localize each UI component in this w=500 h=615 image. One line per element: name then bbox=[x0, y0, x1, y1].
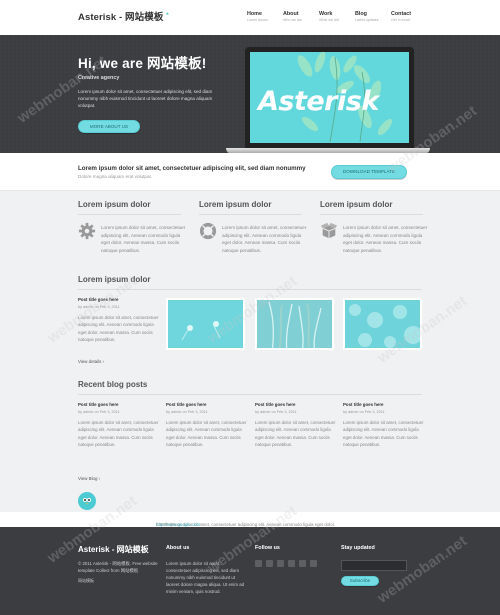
footer-copyright-link[interactable]: 网站模板 bbox=[78, 578, 94, 584]
site-footer bbox=[0, 527, 500, 615]
laptop-image: Asterisk bbox=[245, 47, 414, 148]
site-logo[interactable]: Asterisk - 网站模板 * bbox=[78, 12, 169, 25]
blog-post-meta: by admin on Feb 3, 2011 bbox=[343, 410, 385, 414]
tagline-main: Lorem ipsum dolor sit amet, consectetuer… bbox=[78, 165, 306, 172]
nav-sublabel: Who we are bbox=[283, 17, 303, 22]
footer-stay-title: Stay updated bbox=[341, 545, 375, 551]
lifebuoy-icon bbox=[199, 222, 217, 240]
hero-title: Hi, we are 网站模板! bbox=[78, 56, 207, 71]
section-title-blog: Recent blog posts bbox=[78, 380, 148, 389]
nav-item-blog[interactable]: Blog Latest updates bbox=[355, 11, 391, 22]
portfolio-thumbnail[interactable] bbox=[343, 298, 422, 350]
view-details-link[interactable]: View details › bbox=[78, 359, 104, 365]
blog-post-meta: by admin on Feb 3, 2011 bbox=[166, 410, 208, 414]
blog-post-title[interactable]: Post title goes here bbox=[166, 402, 207, 408]
portfolio-item-meta: by admin on Feb 3, 2011 bbox=[78, 305, 120, 309]
feature-text: Lorem ipsum dolor sit amet, consectetuer… bbox=[101, 225, 186, 253]
nav-item-contact[interactable]: Contact Get in touch bbox=[391, 11, 427, 22]
box-icon bbox=[320, 222, 338, 239]
footer-follow-title: Follow us bbox=[255, 545, 280, 551]
divider bbox=[78, 214, 181, 215]
feature-text: Lorem ipsum dolor sit amet, consectetuer… bbox=[222, 225, 307, 253]
nav-item-work[interactable]: Work What we did bbox=[319, 11, 355, 22]
blog-post-title[interactable]: Post title goes here bbox=[78, 402, 119, 408]
blog-post-text: Lorem ipsum dolor sit amet, consectetuer… bbox=[78, 420, 159, 447]
gear-icon bbox=[78, 222, 96, 240]
newsletter-email-input[interactable] bbox=[341, 560, 407, 571]
rss-icon[interactable] bbox=[310, 560, 317, 567]
latest-tweet-bar: Lorem ipsum dolor sit amet, consectetuer… bbox=[0, 512, 500, 527]
feature-text: Lorem ipsum dolor sit amet, consectetuer… bbox=[343, 225, 428, 253]
divider bbox=[78, 289, 422, 290]
section-title-portfolio: Lorem ipsum dolor bbox=[78, 275, 151, 284]
blog-post-text: Lorem ipsum dolor sit amet, consectetuer… bbox=[255, 420, 336, 447]
portfolio-item-title[interactable]: Post title goes here bbox=[78, 297, 119, 303]
hero-subtitle: Creative agency bbox=[78, 75, 120, 81]
blog-post-meta: by admin on Feb 3, 2011 bbox=[78, 410, 120, 414]
skype-icon[interactable] bbox=[277, 560, 284, 567]
subscribe-button[interactable]: Subscribe bbox=[341, 576, 379, 586]
thumbnail-image bbox=[268, 301, 322, 348]
main-nav: Home Lorem ipsum About Who we are Work What… bbox=[247, 11, 427, 22]
blog-post-text: Lorem ipsum dolor sit amet, consectetuer… bbox=[343, 420, 424, 447]
hero-text: Lorem ipsum dolor sit amet, consectetuer… bbox=[78, 89, 213, 109]
nav-sublabel: Get in touch bbox=[391, 17, 411, 22]
bird-glyph bbox=[83, 498, 91, 505]
view-blog-link[interactable]: View Blog › bbox=[78, 476, 100, 482]
footer-copyright: © 2011 Asterisk - 网站模板. Free website tem… bbox=[78, 561, 158, 574]
laptop-screen-image: Asterisk bbox=[250, 52, 409, 143]
blog-post-text: Lorem ipsum dolor sit amet, consectetuer… bbox=[166, 420, 247, 447]
feature-title: Lorem ipsum dolor bbox=[78, 200, 151, 209]
footer-about-text: Lorem ipsum dolor sit amet, consectetuer… bbox=[166, 561, 245, 595]
twitter-bird-icon[interactable] bbox=[78, 492, 96, 510]
feature-title: Lorem ipsum dolor bbox=[320, 200, 393, 209]
blog-post-meta: by admin on Feb 3, 2011 bbox=[255, 410, 297, 414]
divider bbox=[78, 394, 422, 395]
blog-post-title[interactable]: Post title goes here bbox=[255, 402, 296, 408]
facebook-icon[interactable] bbox=[255, 560, 262, 567]
download-template-button[interactable]: DOWNLOAD TEMPLATE bbox=[331, 165, 407, 179]
thumbnail-image bbox=[349, 304, 420, 348]
linkedin-icon[interactable] bbox=[288, 560, 295, 567]
divider bbox=[199, 214, 302, 215]
footer-about-title: About us bbox=[166, 545, 190, 551]
nav-sublabel: Latest updates bbox=[355, 17, 379, 22]
footer-logo[interactable]: Asterisk - 网站模板 bbox=[78, 545, 149, 556]
nav-sublabel: Lorem ipsum bbox=[247, 17, 268, 22]
tagline-sub: Dolore magna aliquam erat volutpat. bbox=[78, 174, 153, 179]
divider bbox=[320, 214, 423, 215]
site-header: Asterisk - 网站模板 * Home Lorem ipsum About W… bbox=[0, 0, 500, 35]
blog-post-title[interactable]: Post title goes here bbox=[343, 402, 384, 408]
twitter-icon[interactable] bbox=[266, 560, 273, 567]
more-about-us-button[interactable]: MORE ABOUT US bbox=[78, 120, 140, 133]
nav-item-home[interactable]: Home Lorem ipsum bbox=[247, 11, 283, 22]
portfolio-thumbnail[interactable] bbox=[255, 298, 334, 350]
screen-word: Asterisk bbox=[258, 86, 379, 117]
feature-title: Lorem ipsum dolor bbox=[199, 200, 272, 209]
portfolio-item-text: Lorem ipsum dolor sit amet, consectetuer… bbox=[78, 315, 159, 342]
portfolio-thumbnail[interactable] bbox=[166, 298, 245, 350]
thumbnail-image bbox=[181, 321, 221, 341]
nav-sublabel: What we did bbox=[319, 17, 339, 22]
vimeo-icon[interactable] bbox=[299, 560, 306, 567]
nav-item-about[interactable]: About Who we are bbox=[283, 11, 319, 22]
